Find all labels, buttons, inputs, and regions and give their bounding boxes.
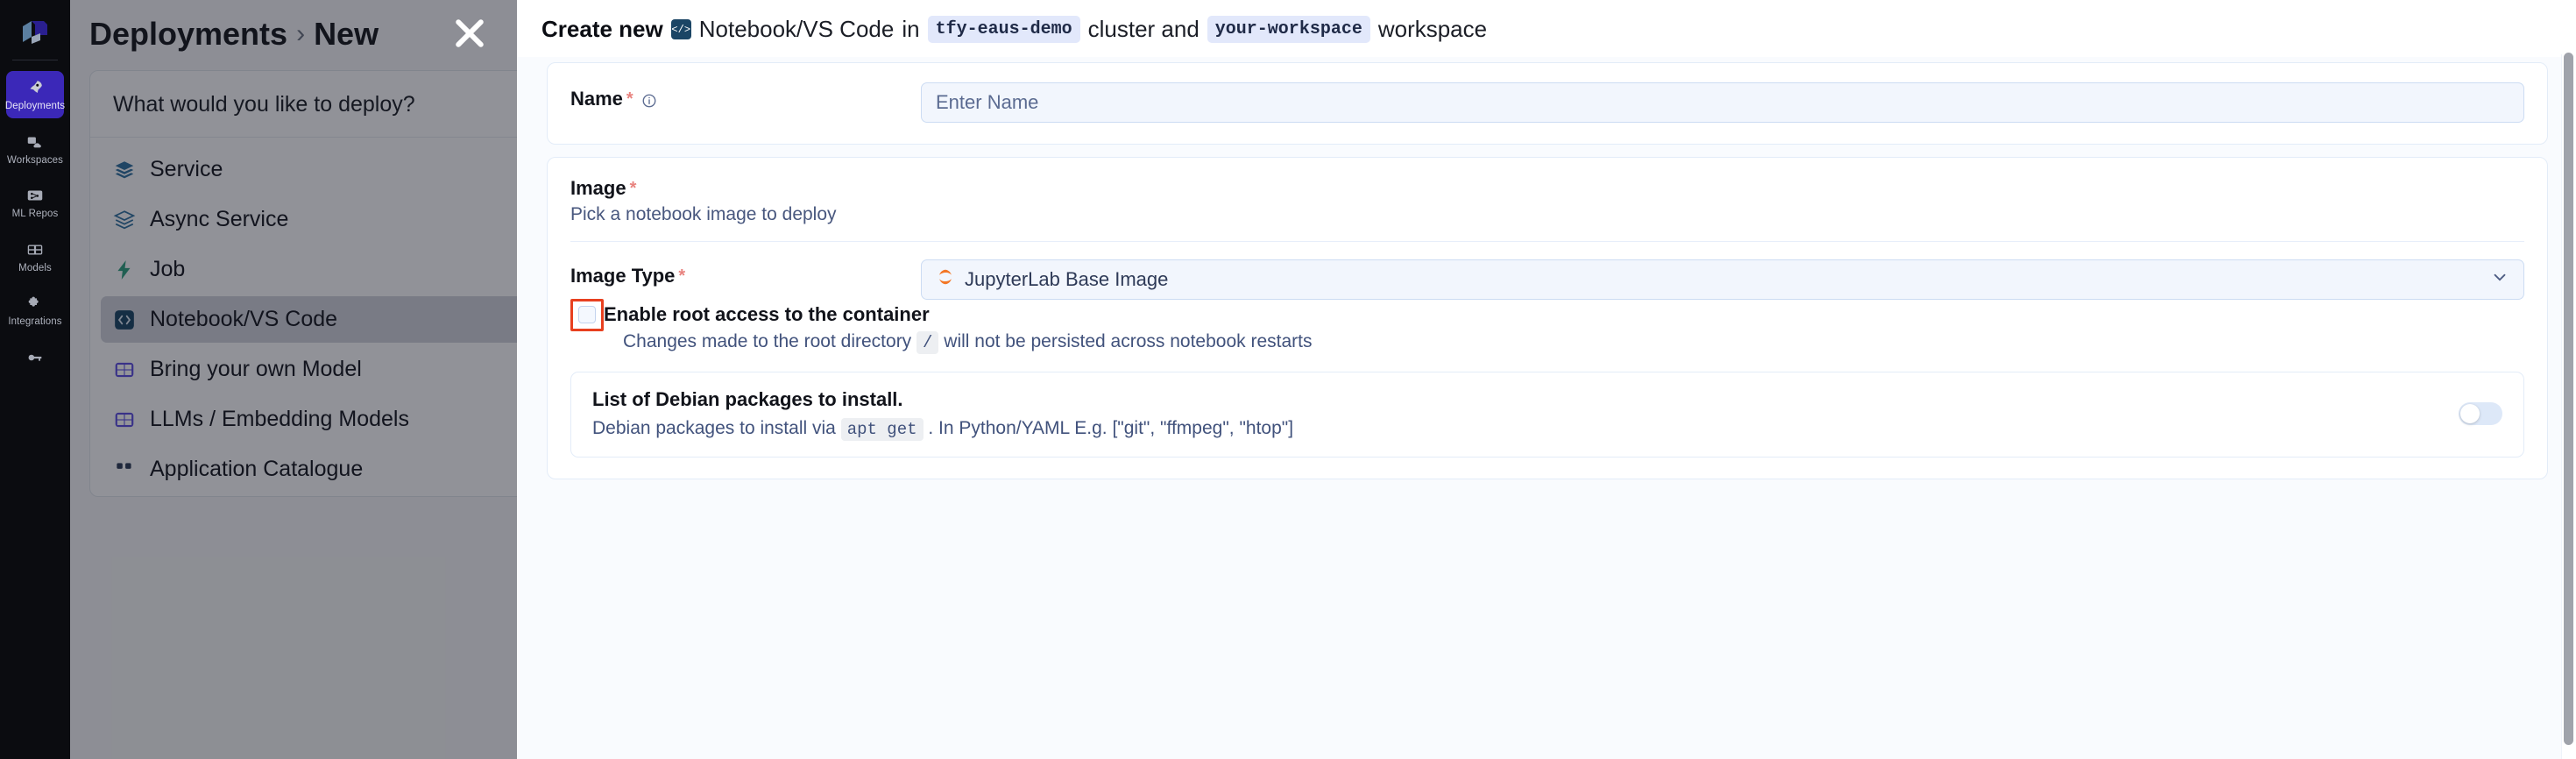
image-card: Image * Pick a notebook image to deploy … xyxy=(547,157,2548,480)
required-marker: * xyxy=(629,179,637,198)
key-icon xyxy=(25,348,45,367)
rocket-icon xyxy=(25,78,45,97)
name-card: Name * Enter Name xyxy=(547,62,2548,145)
sidebar-item-label: Models xyxy=(18,262,52,273)
section-divider xyxy=(570,241,2524,242)
sidebar-item-label: Deployments xyxy=(4,101,66,111)
image-type-label-text: Image Type xyxy=(570,265,676,287)
name-label-wrap: Name * xyxy=(570,82,921,110)
toggle-knob xyxy=(2460,404,2480,424)
root-access-row: Enable root access to the container Chan… xyxy=(570,299,2524,355)
debian-packages-card: List of Debian packages to install. Debi… xyxy=(570,372,2524,458)
sidebar-item-label: ML Repos xyxy=(11,209,59,219)
workspace-chip: your-workspace xyxy=(1207,16,1370,43)
sidebar: Deployments Workspaces ML Repos Models I… xyxy=(0,0,70,759)
image-type-select[interactable]: JupyterLab Base Image xyxy=(921,259,2524,300)
root-access-hint: Changes made to the root directory / wil… xyxy=(604,331,1313,355)
modal-title-action: Create new xyxy=(541,16,663,42)
root-access-checkbox[interactable] xyxy=(578,306,596,323)
sidebar-item-integrations[interactable]: Integrations xyxy=(6,287,64,334)
image-section-header: Image * Pick a notebook image to deploy xyxy=(570,177,2524,225)
ml-repos-icon xyxy=(25,186,45,205)
vertical-scrollbar[interactable] xyxy=(2562,0,2576,759)
models-icon xyxy=(25,240,45,259)
code-badge-icon: </> xyxy=(670,19,691,39)
image-label-text: Image xyxy=(570,177,626,199)
sidebar-item-models[interactable]: Models xyxy=(6,233,64,280)
debian-packages-toggle[interactable] xyxy=(2459,402,2502,426)
sidebar-item-label: Integrations xyxy=(8,316,62,327)
jupyter-icon xyxy=(936,267,955,292)
image-hint: Pick a notebook image to deploy xyxy=(570,204,837,224)
image-type-label-wrap: Image Type * xyxy=(570,259,921,287)
create-new-modal: Create new </> Notebook/VS Code in tfy-e… xyxy=(517,0,2576,759)
name-row: Name * Enter Name xyxy=(570,82,2524,123)
debian-packages-text: List of Debian packages to install. Debi… xyxy=(592,388,2459,442)
modal-title-workspace-word: workspace xyxy=(1377,16,1488,42)
sidebar-item-deployments[interactable]: Deployments xyxy=(4,71,66,118)
debian-packages-hint: Debian packages to install via apt get .… xyxy=(592,418,2459,442)
root-dir-code: / xyxy=(916,331,939,355)
modal-title: Create new </> Notebook/VS Code in tfy-e… xyxy=(517,0,2576,57)
name-field-wrap: Enter Name xyxy=(921,82,2524,123)
root-access-label: Enable root access to the container xyxy=(604,303,930,325)
root-access-checkbox-wrap xyxy=(570,299,604,331)
sidebar-item-ml-repos[interactable]: ML Repos xyxy=(6,179,64,226)
modal-title-type: Notebook/VS Code xyxy=(698,16,895,42)
chevron-down-icon[interactable] xyxy=(2490,267,2509,292)
sidebar-item-label: Workspaces xyxy=(6,154,64,166)
debian-hint-prefix: Debian packages to install via xyxy=(592,418,836,439)
modal-title-cluster-word: cluster and xyxy=(1087,16,1200,42)
debian-packages-title: List of Debian packages to install. xyxy=(592,388,903,411)
truefoundry-logo[interactable] xyxy=(16,12,54,51)
image-type-value: JupyterLab Base Image xyxy=(965,268,1169,290)
image-label: Image * xyxy=(570,177,636,200)
cluster-chip: tfy-eaus-demo xyxy=(927,16,1080,43)
modal-title-in: in xyxy=(902,16,920,42)
image-type-field-wrap: JupyterLab Base Image xyxy=(921,259,2524,300)
required-marker: * xyxy=(626,89,633,109)
sidebar-item-secrets[interactable] xyxy=(6,341,64,378)
info-icon[interactable] xyxy=(641,91,657,108)
name-label-text: Name xyxy=(570,88,623,110)
root-access-hint-suffix: will not be persisted across notebook re… xyxy=(944,331,1313,352)
debian-hint-suffix: . In Python/YAML E.g. ["git", "ffmpeg", … xyxy=(928,418,1294,439)
puzzle-icon xyxy=(25,294,45,313)
required-marker: * xyxy=(678,266,686,286)
screen: Deployments Workspaces ML Repos Models I… xyxy=(0,0,2576,759)
name-input[interactable]: Enter Name xyxy=(921,82,2524,123)
scrollbar-thumb[interactable] xyxy=(2564,53,2573,745)
root-access-text: Enable root access to the container Chan… xyxy=(604,303,1313,355)
root-access-hint-prefix: Changes made to the root directory xyxy=(623,331,912,352)
name-label: Name * xyxy=(570,88,657,110)
close-icon[interactable] xyxy=(447,11,492,56)
apt-get-code: apt get xyxy=(840,418,924,442)
modal-body: Name * Enter Name Image * Pick a noteboo… xyxy=(517,57,2576,759)
sidebar-item-workspaces[interactable]: Workspaces xyxy=(6,125,64,173)
workspaces-icon xyxy=(25,132,45,152)
image-type-label: Image Type * xyxy=(570,265,685,287)
image-type-row: Image Type * JupyterLab Base Image xyxy=(570,259,2524,300)
